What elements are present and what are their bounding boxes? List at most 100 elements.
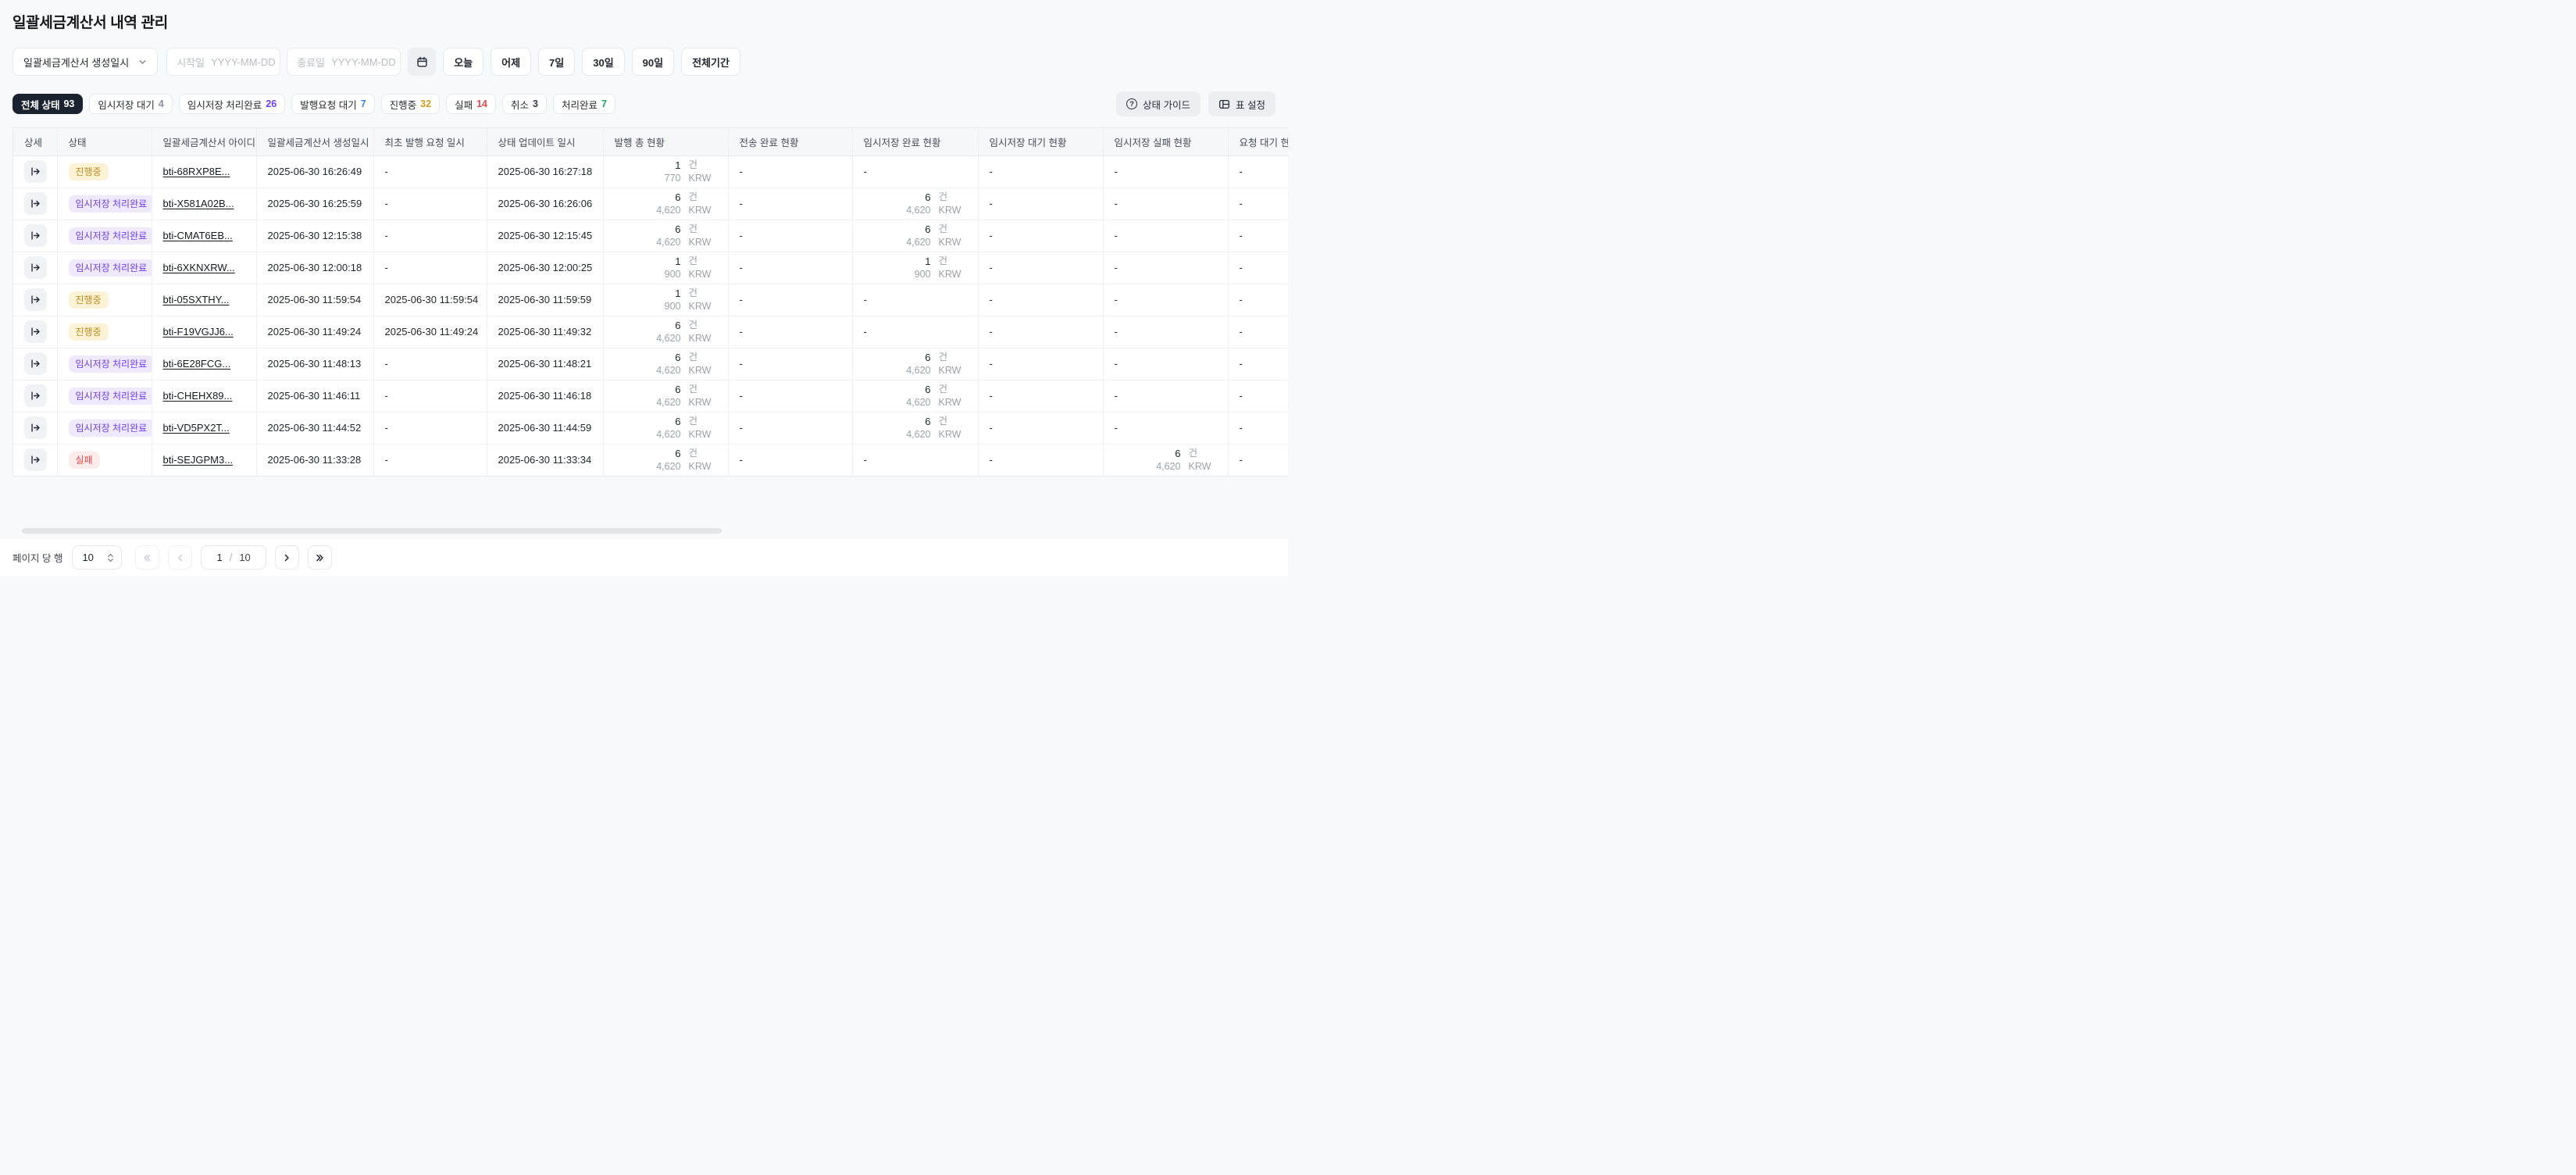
currency-unit: KRW — [939, 204, 967, 217]
count-summary: 6건4,620KRW — [615, 415, 717, 441]
created-cell: 2025-06-30 16:25:59 — [256, 188, 373, 220]
question-circle-icon: ? — [1126, 98, 1137, 109]
count-value: 6 — [675, 383, 680, 396]
date-type-select[interactable]: 일괄세금계산서 생성일시 — [12, 48, 158, 76]
quick-range-button[interactable]: 90일 — [632, 48, 674, 76]
draft-done-cell: - — [852, 155, 978, 188]
row-detail-button[interactable] — [24, 160, 47, 183]
first-page-button[interactable] — [135, 545, 159, 570]
status-tab[interactable]: 전체 상태93 — [12, 94, 83, 114]
invoice-id-link[interactable]: bti-F19VGJJ6... — [163, 326, 234, 338]
last-page-button[interactable] — [308, 545, 332, 570]
count-line: 6건 — [675, 383, 716, 396]
status-tab[interactable]: 진행중32 — [381, 94, 440, 114]
draft-wait-cell: - — [978, 316, 1103, 348]
status-tab-count: 14 — [476, 98, 487, 109]
row-detail-button[interactable] — [24, 224, 47, 247]
status-guide-label: 상태 가이드 — [1143, 97, 1190, 112]
row-detail-button[interactable] — [24, 320, 47, 343]
amount-line: 4,620KRW — [906, 396, 966, 409]
draft-done-cell: 6건4,620KRW — [852, 220, 978, 252]
amount-value: 4,620 — [656, 428, 680, 441]
detail-arrow-icon — [30, 455, 41, 465]
row-detail-button[interactable] — [24, 352, 47, 375]
created-cell: 2025-06-30 11:46:11 — [256, 380, 373, 412]
pager: 1 / 10 — [135, 545, 331, 570]
row-detail-button[interactable] — [24, 416, 47, 439]
quick-range-button[interactable]: 오늘 — [443, 48, 483, 76]
rows-per-page-select[interactable]: 10 — [72, 545, 122, 570]
status-guide-button[interactable]: ? 상태 가이드 — [1116, 91, 1201, 116]
req-wait-cell: - — [1228, 412, 1288, 444]
status-tab[interactable]: 취소3 — [502, 94, 547, 114]
status-badge: 진행중 — [69, 163, 109, 180]
updated-cell: 2025-06-30 11:49:32 — [487, 316, 603, 348]
total-cell: 1건900KRW — [603, 252, 728, 284]
next-page-button[interactable] — [275, 545, 299, 570]
currency-unit: KRW — [939, 268, 967, 281]
column-header-sent: 전송 완료 현황 — [728, 128, 852, 155]
total-cell: 6건4,620KRW — [603, 444, 728, 476]
detail-arrow-icon — [30, 166, 41, 177]
first-requested-cell: - — [373, 252, 487, 284]
invoice-id-link[interactable]: bti-CMAT6EB... — [163, 230, 233, 241]
column-header-draft-wait: 임시저장 대기 현황 — [978, 128, 1103, 155]
invoice-id-link[interactable]: bti-6XKNXRW... — [163, 262, 235, 273]
page-indicator: 1 / 10 — [201, 545, 266, 570]
column-header-status: 상태 — [57, 128, 152, 155]
column-header-total: 발행 총 현황 — [603, 128, 728, 155]
invoice-id-link[interactable]: bti-CHEHX89... — [163, 390, 233, 402]
table-settings-button[interactable]: 표 설정 — [1208, 91, 1276, 116]
row-detail-button[interactable] — [24, 448, 47, 471]
currency-unit: KRW — [689, 172, 717, 185]
row-detail-button[interactable] — [24, 384, 47, 407]
invoice-id-link[interactable]: bti-X581A02B... — [163, 198, 234, 209]
status-tab[interactable]: 처리완료7 — [553, 94, 615, 114]
detail-arrow-icon — [30, 327, 41, 337]
req-wait-cell: - — [1228, 284, 1288, 316]
status-tab-list: 전체 상태93 임시저장 대기4 임시저장 처리완료26 발행요청 대기7 진행중32 실… — [12, 94, 615, 114]
end-date-placeholder-label: 종료일 — [297, 55, 325, 70]
row-detail-button[interactable] — [24, 192, 47, 215]
quick-range-button[interactable]: 7일 — [538, 48, 575, 76]
horizontal-scrollbar-thumb[interactable] — [22, 528, 722, 534]
count-summary: 6건4,620KRW — [864, 383, 967, 409]
invoice-id-cell: bti-05SXTHY... — [152, 284, 256, 316]
amount-value: 4,620 — [906, 396, 930, 409]
table-row: 임시저장 처리완료bti-CMAT6EB...2025-06-30 12:15:… — [13, 220, 1288, 252]
status-tab[interactable]: 발행요청 대기7 — [291, 94, 374, 114]
table-scroll-area[interactable]: 상세상태일괄세금계산서 아이디일괄세금계산서 생성일시최초 발행 요청 일시상태… — [12, 127, 1288, 477]
invoice-id-link[interactable]: bti-68RXP8E... — [163, 166, 230, 177]
detail-cell — [13, 316, 57, 348]
quick-range-button[interactable]: 30일 — [582, 48, 624, 76]
count-summary: 1건900KRW — [864, 255, 967, 281]
status-tab[interactable]: 실패14 — [446, 94, 496, 114]
status-tab[interactable]: 임시저장 처리완료26 — [179, 94, 285, 114]
invoice-id-link[interactable]: bti-SEJGPM3... — [163, 454, 234, 466]
end-date-input[interactable]: 종료일 YYYY-MM-DD — [287, 48, 401, 76]
table-row: 진행중bti-05SXTHY...2025-06-30 11:59:542025… — [13, 284, 1288, 316]
draft-wait-cell: - — [978, 252, 1103, 284]
quick-range-button[interactable]: 전체기간 — [681, 48, 740, 76]
start-date-input[interactable]: 시작일 YYYY-MM-DD — [166, 48, 280, 76]
detail-cell — [13, 220, 57, 252]
double-chevron-left-icon — [142, 553, 152, 562]
row-detail-button[interactable] — [24, 256, 47, 279]
invoice-id-link[interactable]: bti-6E28FCG... — [163, 358, 231, 370]
count-summary: 1건900KRW — [615, 287, 717, 313]
invoice-id-link[interactable]: bti-VD5PX2T... — [163, 422, 230, 434]
created-cell: 2025-06-30 12:15:38 — [256, 220, 373, 252]
calendar-button[interactable] — [408, 48, 436, 76]
status-tab[interactable]: 임시저장 대기4 — [89, 94, 172, 114]
table-row: 진행중bti-68RXP8E...2025-06-30 16:26:49-202… — [13, 155, 1288, 188]
row-detail-button[interactable] — [24, 288, 47, 311]
status-cell: 임시저장 처리완료 — [57, 188, 152, 220]
draft-wait-cell: - — [978, 412, 1103, 444]
quick-range-button[interactable]: 어제 — [491, 48, 531, 76]
previous-page-button[interactable] — [168, 545, 192, 570]
count-unit: 건 — [939, 415, 967, 428]
count-value: 1 — [675, 159, 680, 172]
invoice-id-link[interactable]: bti-05SXTHY... — [163, 294, 230, 305]
amount-line: 4,620KRW — [656, 396, 716, 409]
draft-wait-cell: - — [978, 155, 1103, 188]
